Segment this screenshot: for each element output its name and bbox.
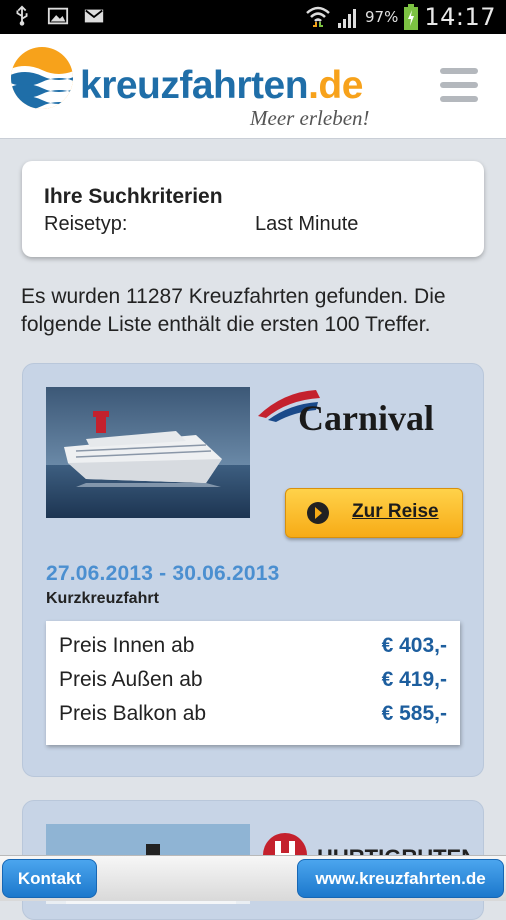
waves-logo-icon [11,47,73,109]
system-icons: 97% 14:17 [305,3,496,31]
price-value: € 419,- [381,668,447,691]
image-icon [47,7,69,25]
cruise-type: Kurzkreuzfahrt [46,590,159,607]
price-label: Preis Balkon ab [59,702,207,725]
zur-reise-label: Zur Reise [352,501,439,522]
site-header: kreuzfahrten.de Meer erleben! [0,34,506,139]
cruise-card: Carnival Zur Reise 27.06.2013 - 30.06.20… [22,363,484,777]
cruise-dates: 27.06.2013 - 30.06.2013 [46,562,280,585]
kontakt-button[interactable]: Kontakt [2,859,97,898]
gmail-icon [84,9,104,23]
price-row-aussen: Preis Außen ab € 419,- [59,668,447,698]
price-table: Preis Innen ab € 403,- Preis Außen ab € … [46,621,460,745]
cruise-ship-photo[interactable] [46,387,250,518]
criteria-value-reisetyp: Last Minute [255,213,359,235]
notification-icons [10,5,106,27]
svg-text:Carnival: Carnival [298,398,434,438]
price-label: Preis Außen ab [59,668,203,691]
search-criteria-title: Ihre Suchkriterien [44,185,223,208]
tagline: Meer erleben! [250,106,370,130]
bottom-bar: Kontakt www.kreuzfahrten.de [0,855,506,901]
price-label: Preis Innen ab [59,634,195,657]
results-summary: Es wurden 11287 Kreuzfahrten gefunden. D… [21,285,446,336]
arrow-right-circle-icon [307,502,329,524]
price-row-balkon: Preis Balkon ab € 585,- [59,702,447,732]
zur-reise-button[interactable]: Zur Reise [285,488,463,538]
logo-tld: .de [308,64,363,107]
carnival-logo-icon: Carnival [258,390,434,438]
price-row-innen: Preis Innen ab € 403,- [59,634,447,664]
battery-percentage: 97% [364,8,399,26]
battery-charging-icon [404,4,419,30]
signal-icon [337,9,356,28]
price-value: € 403,- [381,634,447,657]
website-button[interactable]: www.kreuzfahrten.de [297,859,504,898]
usb-icon [16,5,28,26]
status-bar: 97% 14:17 [0,0,506,34]
site-logo[interactable]: kreuzfahrten.de [80,64,363,108]
logo-name: kreuzfahrten [80,64,309,107]
wifi-icon [306,6,330,27]
criteria-label-reisetyp: Reisetyp: [44,213,128,235]
price-value: € 585,- [381,702,447,725]
clock: 14:17 [424,3,496,31]
main-content: Ihre Suchkriterien Reisetyp: Last Minute… [0,139,506,920]
search-criteria-box: Ihre Suchkriterien Reisetyp: Last Minute [22,161,484,257]
hamburger-menu-icon[interactable] [440,68,478,104]
